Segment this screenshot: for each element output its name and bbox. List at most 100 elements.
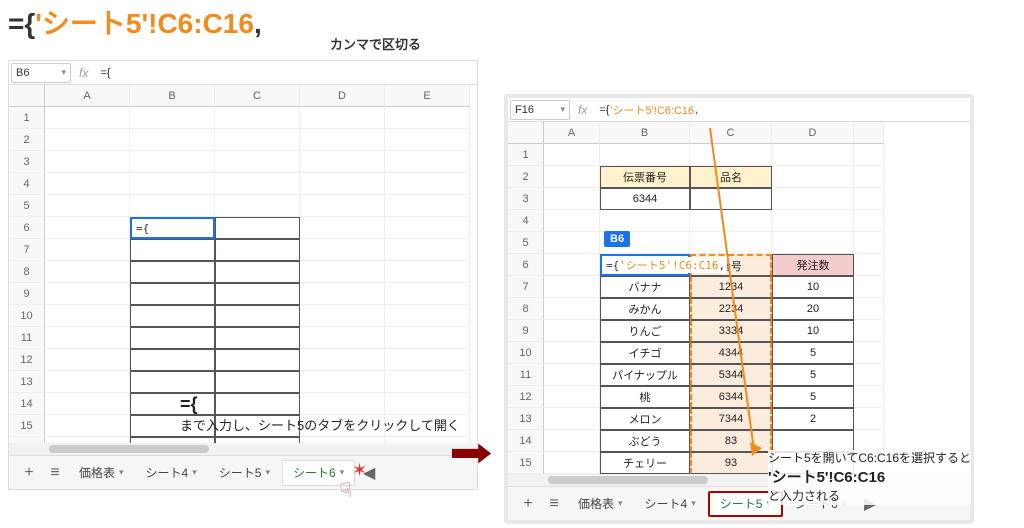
cell[interactable]: 5 — [772, 386, 854, 408]
cell[interactable] — [772, 430, 854, 452]
cell[interactable]: 4344 — [690, 342, 772, 364]
cell[interactable] — [385, 129, 470, 151]
cell[interactable] — [385, 327, 470, 349]
formula-input[interactable]: ={ — [96, 63, 475, 83]
cell[interactable] — [385, 305, 470, 327]
cell[interactable] — [544, 210, 600, 232]
cell[interactable] — [45, 173, 130, 195]
cell[interactable] — [690, 144, 772, 166]
row-header[interactable]: 15 — [508, 452, 544, 474]
col-header[interactable]: C — [215, 85, 300, 107]
col-header[interactable]: E — [385, 85, 470, 107]
cell[interactable] — [300, 129, 385, 151]
col-header[interactable]: A — [544, 122, 600, 144]
row-header[interactable]: 8 — [508, 298, 544, 320]
cell[interactable]: 7344 — [690, 408, 772, 430]
cell[interactable] — [544, 188, 600, 210]
cell[interactable] — [130, 239, 215, 261]
cell[interactable] — [600, 210, 690, 232]
col-header[interactable]: D — [300, 85, 385, 107]
cell[interactable] — [130, 173, 215, 195]
cell[interactable] — [690, 188, 772, 210]
cell[interactable] — [130, 305, 215, 327]
cell[interactable] — [854, 386, 884, 408]
row-header[interactable]: 9 — [508, 320, 544, 342]
cell[interactable] — [215, 239, 300, 261]
cell[interactable] — [385, 151, 470, 173]
cell[interactable] — [300, 327, 385, 349]
cell[interactable] — [215, 129, 300, 151]
col-header[interactable] — [854, 122, 884, 144]
row-header[interactable]: 1 — [508, 144, 544, 166]
col-header[interactable]: B — [600, 122, 690, 144]
cell[interactable] — [300, 195, 385, 217]
cell[interactable] — [544, 386, 600, 408]
cell[interactable]: 2234 — [690, 298, 772, 320]
cell[interactable] — [45, 327, 130, 349]
cell[interactable] — [130, 129, 215, 151]
row-header[interactable]: 13 — [508, 408, 544, 430]
cell[interactable] — [130, 151, 215, 173]
cell[interactable]: みかん — [600, 298, 690, 320]
cell[interactable] — [215, 151, 300, 173]
cell[interactable]: 10 — [772, 276, 854, 298]
cell[interactable] — [215, 217, 300, 239]
cell[interactable]: チェリー — [600, 452, 690, 474]
cell[interactable]: 発注数 — [772, 254, 854, 276]
cell[interactable] — [854, 430, 884, 452]
cell[interactable] — [385, 173, 470, 195]
cell[interactable] — [215, 327, 300, 349]
cell[interactable]: 3334 — [690, 320, 772, 342]
cell[interactable] — [130, 107, 215, 129]
cell[interactable]: 10 — [772, 320, 854, 342]
cell[interactable]: 5 — [772, 364, 854, 386]
add-sheet-button[interactable]: + — [516, 492, 540, 516]
cell[interactable] — [544, 254, 600, 276]
cell[interactable] — [385, 371, 470, 393]
cell[interactable]: 6344 — [690, 386, 772, 408]
cell[interactable] — [300, 283, 385, 305]
cell[interactable] — [45, 371, 130, 393]
cell[interactable] — [130, 283, 215, 305]
cell[interactable] — [854, 144, 884, 166]
cell[interactable] — [300, 305, 385, 327]
col-header[interactable]: A — [45, 85, 130, 107]
cell[interactable] — [215, 371, 300, 393]
all-sheets-button[interactable]: ≡ — [542, 492, 566, 516]
row-header[interactable]: 3 — [9, 151, 45, 173]
cell[interactable] — [690, 210, 772, 232]
cell[interactable] — [45, 217, 130, 239]
cell[interactable]: りんご — [600, 320, 690, 342]
row-header[interactable]: 14 — [508, 430, 544, 452]
cell[interactable]: メロン — [600, 408, 690, 430]
cell[interactable]: 伝票番号 — [600, 166, 690, 188]
tab-price[interactable]: 価格表▾ — [568, 491, 633, 517]
cell[interactable] — [45, 415, 130, 437]
row-header[interactable]: 10 — [9, 305, 45, 327]
cell[interactable] — [215, 305, 300, 327]
cell[interactable] — [544, 276, 600, 298]
cell[interactable] — [385, 217, 470, 239]
cell[interactable] — [130, 327, 215, 349]
cell[interactable] — [215, 107, 300, 129]
row-header[interactable]: 11 — [508, 364, 544, 386]
row-header[interactable]: 10 — [508, 342, 544, 364]
cell[interactable] — [45, 129, 130, 151]
tab-sheet4[interactable]: シート4▾ — [136, 460, 207, 486]
name-box[interactable]: F16▾ — [510, 100, 570, 120]
row-header[interactable]: 6 — [9, 217, 45, 239]
cell[interactable] — [385, 195, 470, 217]
cell[interactable] — [854, 210, 884, 232]
cell[interactable] — [544, 144, 600, 166]
cell[interactable] — [300, 261, 385, 283]
row-header[interactable]: 3 — [508, 188, 544, 210]
cell[interactable] — [772, 232, 854, 254]
add-sheet-button[interactable]: + — [17, 461, 41, 485]
cell[interactable] — [45, 393, 130, 415]
cell[interactable] — [772, 210, 854, 232]
tab-sheet4[interactable]: シート4▾ — [635, 491, 706, 517]
cell[interactable] — [854, 166, 884, 188]
col-header[interactable]: D — [772, 122, 854, 144]
cell[interactable] — [300, 151, 385, 173]
cell[interactable] — [215, 349, 300, 371]
